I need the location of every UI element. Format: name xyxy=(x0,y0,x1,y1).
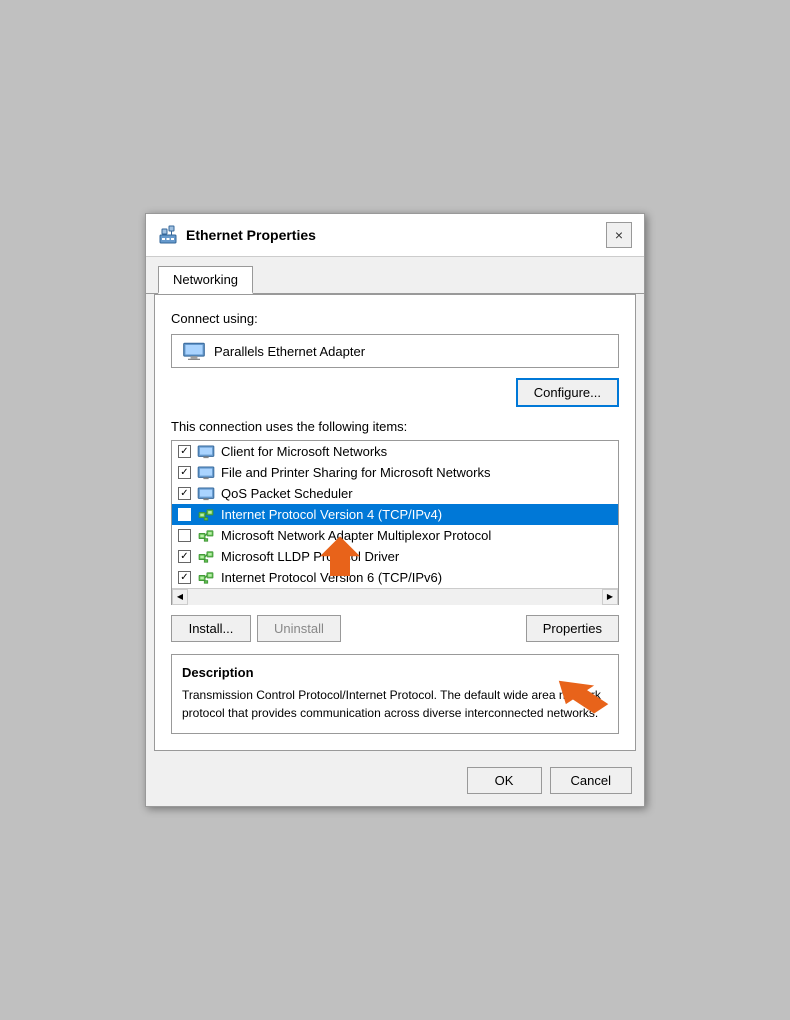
item-icon-file-printer-sharing xyxy=(197,466,215,480)
ethernet-properties-dialog: Ethernet Properties × Networking Connect… xyxy=(145,213,645,807)
item-label-ms-network-adapter: Microsoft Network Adapter Multiplexor Pr… xyxy=(221,528,491,543)
item-label-ipv4: Internet Protocol Version 4 (TCP/IPv4) xyxy=(221,507,442,522)
horizontal-scroll-track[interactable] xyxy=(188,589,602,605)
description-text: Transmission Control Protocol/Internet P… xyxy=(182,686,608,722)
checkbox-ipv4[interactable] xyxy=(178,508,191,521)
item-label-ms-lldp: Microsoft LLDP Protocol Driver xyxy=(221,549,399,564)
install-button[interactable]: Install... xyxy=(171,615,251,642)
tab-networking[interactable]: Networking xyxy=(158,266,253,294)
checkbox-ms-network-adapter[interactable] xyxy=(178,529,191,542)
item-icon-ipv6 xyxy=(197,571,215,585)
adapter-icon xyxy=(182,341,206,361)
dialog-footer: OK Cancel xyxy=(146,759,644,806)
list-item-qos-scheduler[interactable]: QoS Packet Scheduler xyxy=(172,483,618,504)
tab-bar: Networking xyxy=(146,257,644,294)
uninstall-button[interactable]: Uninstall xyxy=(257,615,341,642)
list-item-ms-lldp[interactable]: Microsoft LLDP Protocol Driver xyxy=(172,546,618,567)
list-item-file-printer-sharing[interactable]: File and Printer Sharing for Microsoft N… xyxy=(172,462,618,483)
scroll-right-button[interactable]: ▶ xyxy=(602,589,618,605)
list-item-ms-network-adapter[interactable]: Microsoft Network Adapter Multiplexor Pr… xyxy=(172,525,618,546)
item-label-file-printer-sharing: File and Printer Sharing for Microsoft N… xyxy=(221,465,490,480)
dialog-title: Ethernet Properties xyxy=(186,227,316,243)
description-box: Description Transmission Control Protoco… xyxy=(171,654,619,734)
scroll-left-button[interactable]: ◀ xyxy=(172,589,188,605)
adapter-box: Parallels Ethernet Adapter xyxy=(171,334,619,368)
connect-using-label: Connect using: xyxy=(171,311,619,326)
item-icon-qos-scheduler xyxy=(197,487,215,501)
list-item-ipv6[interactable]: Internet Protocol Version 6 (TCP/IPv6) xyxy=(172,567,618,588)
list-item-client-ms-networks[interactable]: Client for Microsoft Networks xyxy=(172,441,618,462)
horizontal-scrollbar[interactable]: ◀ ▶ xyxy=(172,588,618,604)
configure-button[interactable]: Configure... xyxy=(516,378,619,407)
item-label-ipv6: Internet Protocol Version 6 (TCP/IPv6) xyxy=(221,570,442,585)
checkbox-client-ms-networks[interactable] xyxy=(178,445,191,458)
items-list[interactable]: Client for Microsoft Networks File and P… xyxy=(172,441,618,588)
properties-button[interactable]: Properties xyxy=(526,615,619,642)
cancel-button[interactable]: Cancel xyxy=(550,767,632,794)
close-button[interactable]: × xyxy=(606,222,632,248)
content-area: Connect using: Parallels Ethernet Adapte… xyxy=(154,294,636,751)
checkbox-qos-scheduler[interactable] xyxy=(178,487,191,500)
configure-row: Configure... xyxy=(171,378,619,407)
ethernet-icon xyxy=(158,225,178,245)
item-icon-ms-network-adapter xyxy=(197,529,215,543)
adapter-name: Parallels Ethernet Adapter xyxy=(214,344,365,359)
item-icon-client-ms-networks xyxy=(197,445,215,459)
checkbox-ipv6[interactable] xyxy=(178,571,191,584)
ok-button[interactable]: OK xyxy=(467,767,542,794)
checkbox-ms-lldp[interactable] xyxy=(178,550,191,563)
title-bar: Ethernet Properties × xyxy=(146,214,644,257)
description-title: Description xyxy=(182,665,608,680)
item-icon-ms-lldp xyxy=(197,550,215,564)
action-buttons-row: Install... Uninstall Properties xyxy=(171,615,619,642)
list-item-ipv4[interactable]: Internet Protocol Version 4 (TCP/IPv4) xyxy=(172,504,618,525)
items-label: This connection uses the following items… xyxy=(171,419,619,434)
items-list-container: Client for Microsoft Networks File and P… xyxy=(171,440,619,605)
item-label-qos-scheduler: QoS Packet Scheduler xyxy=(221,486,353,501)
item-icon-ipv4 xyxy=(197,508,215,522)
item-label-client-ms-networks: Client for Microsoft Networks xyxy=(221,444,387,459)
checkbox-file-printer-sharing[interactable] xyxy=(178,466,191,479)
